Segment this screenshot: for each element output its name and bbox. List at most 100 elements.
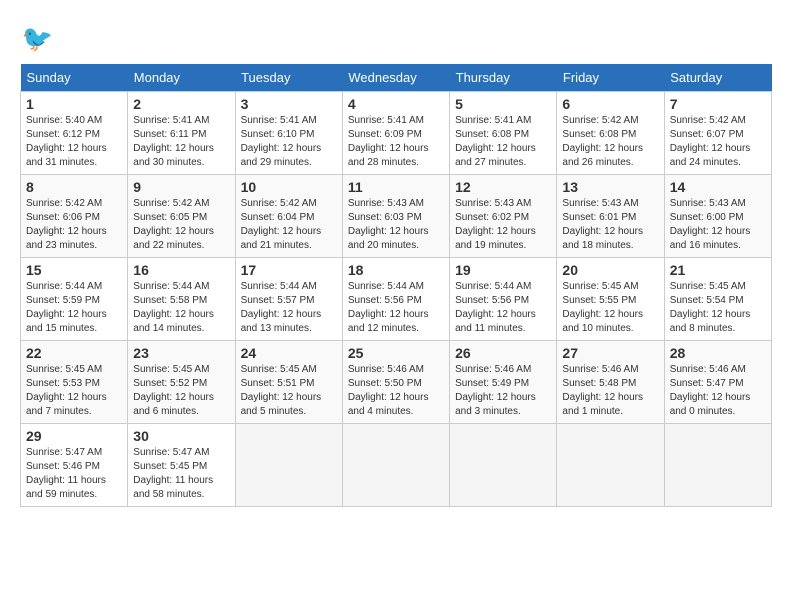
calendar-week-2: 8 Sunrise: 5:42 AM Sunset: 6:06 PM Dayli…: [21, 175, 772, 258]
day-info: Sunrise: 5:46 AM Sunset: 5:49 PM Dayligh…: [455, 363, 551, 419]
logo: 🐦: [20, 20, 60, 56]
calendar-cell: 4 Sunrise: 5:41 AM Sunset: 6:09 PM Dayli…: [342, 92, 449, 175]
sunrise-text: Sunrise: 5:43 AM: [670, 198, 746, 209]
sunset-text: Sunset: 6:03 PM: [348, 212, 422, 223]
calendar-cell: 13 Sunrise: 5:43 AM Sunset: 6:01 PM Dayl…: [557, 175, 664, 258]
sunset-text: Sunset: 6:11 PM: [133, 129, 206, 140]
day-number: 13: [562, 179, 658, 195]
day-info: Sunrise: 5:40 AM Sunset: 6:12 PM Dayligh…: [26, 114, 122, 170]
sunset-text: Sunset: 6:10 PM: [241, 129, 315, 140]
day-number: 4: [348, 96, 444, 112]
day-info: Sunrise: 5:47 AM Sunset: 5:46 PM Dayligh…: [26, 446, 122, 502]
sunset-text: Sunset: 5:46 PM: [26, 461, 100, 472]
sunrise-text: Sunrise: 5:43 AM: [348, 198, 424, 209]
sunset-text: Sunset: 6:04 PM: [241, 212, 315, 223]
daylight-text: Daylight: 12 hours and 28 minutes.: [348, 143, 429, 168]
day-info: Sunrise: 5:45 AM Sunset: 5:54 PM Dayligh…: [670, 280, 766, 336]
sunset-text: Sunset: 6:01 PM: [562, 212, 636, 223]
day-info: Sunrise: 5:42 AM Sunset: 6:08 PM Dayligh…: [562, 114, 658, 170]
day-number: 27: [562, 345, 658, 361]
day-info: Sunrise: 5:41 AM Sunset: 6:09 PM Dayligh…: [348, 114, 444, 170]
calendar-cell: [342, 424, 449, 507]
day-number: 8: [26, 179, 122, 195]
calendar-cell: 27 Sunrise: 5:46 AM Sunset: 5:48 PM Dayl…: [557, 341, 664, 424]
daylight-text: Daylight: 11 hours and 58 minutes.: [133, 475, 213, 500]
sunrise-text: Sunrise: 5:46 AM: [348, 364, 424, 375]
day-info: Sunrise: 5:43 AM Sunset: 6:02 PM Dayligh…: [455, 197, 551, 253]
daylight-text: Daylight: 12 hours and 4 minutes.: [348, 392, 429, 417]
calendar-cell: 9 Sunrise: 5:42 AM Sunset: 6:05 PM Dayli…: [128, 175, 235, 258]
day-info: Sunrise: 5:41 AM Sunset: 6:11 PM Dayligh…: [133, 114, 229, 170]
daylight-text: Daylight: 12 hours and 19 minutes.: [455, 226, 536, 251]
daylight-text: Daylight: 12 hours and 16 minutes.: [670, 226, 751, 251]
day-info: Sunrise: 5:45 AM Sunset: 5:55 PM Dayligh…: [562, 280, 658, 336]
sunset-text: Sunset: 5:53 PM: [26, 378, 100, 389]
daylight-text: Daylight: 12 hours and 5 minutes.: [241, 392, 322, 417]
day-number: 14: [670, 179, 766, 195]
sunrise-text: Sunrise: 5:42 AM: [562, 115, 638, 126]
svg-text:🐦: 🐦: [22, 25, 53, 53]
calendar-header-row: SundayMondayTuesdayWednesdayThursdayFrid…: [21, 64, 772, 92]
sunset-text: Sunset: 5:52 PM: [133, 378, 207, 389]
sunset-text: Sunset: 6:06 PM: [26, 212, 100, 223]
day-number: 16: [133, 262, 229, 278]
day-info: Sunrise: 5:43 AM Sunset: 6:00 PM Dayligh…: [670, 197, 766, 253]
daylight-text: Daylight: 12 hours and 18 minutes.: [562, 226, 643, 251]
day-number: 19: [455, 262, 551, 278]
sunrise-text: Sunrise: 5:42 AM: [133, 198, 209, 209]
calendar-cell: [557, 424, 664, 507]
sunset-text: Sunset: 5:51 PM: [241, 378, 315, 389]
daylight-text: Daylight: 12 hours and 30 minutes.: [133, 143, 214, 168]
calendar-cell: 6 Sunrise: 5:42 AM Sunset: 6:08 PM Dayli…: [557, 92, 664, 175]
sunset-text: Sunset: 6:09 PM: [348, 129, 422, 140]
daylight-text: Daylight: 12 hours and 27 minutes.: [455, 143, 536, 168]
day-info: Sunrise: 5:46 AM Sunset: 5:48 PM Dayligh…: [562, 363, 658, 419]
calendar-cell: 19 Sunrise: 5:44 AM Sunset: 5:56 PM Dayl…: [450, 258, 557, 341]
daylight-text: Daylight: 12 hours and 31 minutes.: [26, 143, 107, 168]
day-number: 11: [348, 179, 444, 195]
calendar-table: SundayMondayTuesdayWednesdayThursdayFrid…: [20, 64, 772, 507]
daylight-text: Daylight: 12 hours and 3 minutes.: [455, 392, 536, 417]
day-number: 18: [348, 262, 444, 278]
sunrise-text: Sunrise: 5:46 AM: [562, 364, 638, 375]
calendar-cell: [664, 424, 771, 507]
day-number: 30: [133, 428, 229, 444]
sunset-text: Sunset: 5:49 PM: [455, 378, 529, 389]
day-info: Sunrise: 5:42 AM Sunset: 6:06 PM Dayligh…: [26, 197, 122, 253]
day-number: 15: [26, 262, 122, 278]
sunrise-text: Sunrise: 5:41 AM: [241, 115, 317, 126]
day-number: 10: [241, 179, 337, 195]
sunset-text: Sunset: 6:08 PM: [455, 129, 529, 140]
sunset-text: Sunset: 5:55 PM: [562, 295, 636, 306]
sunset-text: Sunset: 6:00 PM: [670, 212, 744, 223]
day-info: Sunrise: 5:41 AM Sunset: 6:10 PM Dayligh…: [241, 114, 337, 170]
day-info: Sunrise: 5:44 AM Sunset: 5:59 PM Dayligh…: [26, 280, 122, 336]
sunrise-text: Sunrise: 5:43 AM: [562, 198, 638, 209]
sunrise-text: Sunrise: 5:44 AM: [455, 281, 531, 292]
day-number: 2: [133, 96, 229, 112]
day-number: 12: [455, 179, 551, 195]
daylight-text: Daylight: 12 hours and 20 minutes.: [348, 226, 429, 251]
daylight-text: Daylight: 12 hours and 22 minutes.: [133, 226, 214, 251]
calendar-cell: 3 Sunrise: 5:41 AM Sunset: 6:10 PM Dayli…: [235, 92, 342, 175]
calendar-cell: 25 Sunrise: 5:46 AM Sunset: 5:50 PM Dayl…: [342, 341, 449, 424]
daylight-text: Daylight: 12 hours and 15 minutes.: [26, 309, 107, 334]
day-number: 9: [133, 179, 229, 195]
sunrise-text: Sunrise: 5:41 AM: [455, 115, 531, 126]
daylight-text: Daylight: 12 hours and 23 minutes.: [26, 226, 107, 251]
sunrise-text: Sunrise: 5:44 AM: [241, 281, 317, 292]
daylight-text: Daylight: 12 hours and 10 minutes.: [562, 309, 643, 334]
sunrise-text: Sunrise: 5:46 AM: [670, 364, 746, 375]
sunrise-text: Sunrise: 5:40 AM: [26, 115, 102, 126]
day-info: Sunrise: 5:45 AM Sunset: 5:51 PM Dayligh…: [241, 363, 337, 419]
sunrise-text: Sunrise: 5:45 AM: [26, 364, 102, 375]
sunset-text: Sunset: 5:45 PM: [133, 461, 207, 472]
calendar-cell: 5 Sunrise: 5:41 AM Sunset: 6:08 PM Dayli…: [450, 92, 557, 175]
day-number: 21: [670, 262, 766, 278]
sunrise-text: Sunrise: 5:43 AM: [455, 198, 531, 209]
sunrise-text: Sunrise: 5:46 AM: [455, 364, 531, 375]
calendar-cell: 14 Sunrise: 5:43 AM Sunset: 6:00 PM Dayl…: [664, 175, 771, 258]
calendar-cell: 7 Sunrise: 5:42 AM Sunset: 6:07 PM Dayli…: [664, 92, 771, 175]
day-info: Sunrise: 5:41 AM Sunset: 6:08 PM Dayligh…: [455, 114, 551, 170]
calendar-cell: 8 Sunrise: 5:42 AM Sunset: 6:06 PM Dayli…: [21, 175, 128, 258]
